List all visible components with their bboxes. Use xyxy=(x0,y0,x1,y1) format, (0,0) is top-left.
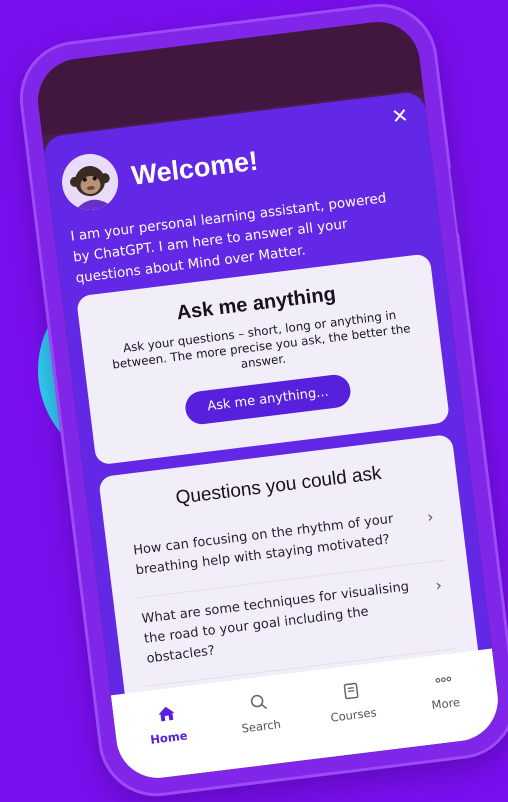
tab-home-label: Home xyxy=(149,728,189,747)
monkey-avatar-icon xyxy=(58,150,122,214)
chevron-right-icon: › xyxy=(434,575,443,595)
more-icon xyxy=(402,664,484,696)
courses-icon xyxy=(310,675,392,707)
tab-search-label: Search xyxy=(240,716,282,736)
close-button[interactable]: ✕ xyxy=(390,103,410,129)
welcome-title: Welcome! xyxy=(129,145,260,191)
tab-courses-label: Courses xyxy=(329,705,378,725)
suggested-question-text: How can focusing on the rhythm of your b… xyxy=(132,511,395,579)
home-icon xyxy=(125,698,207,730)
tab-more[interactable]: More xyxy=(402,664,490,747)
search-icon xyxy=(217,687,299,719)
suggested-question-text: What are some techniques for visualising… xyxy=(140,579,410,667)
tab-more-label: More xyxy=(430,694,461,713)
assistant-sheet: ✕ Welcome! I am your personal learning a… xyxy=(42,90,493,700)
ask-me-anything-button[interactable]: Ask me anything... xyxy=(183,373,353,426)
tab-search[interactable]: Search xyxy=(217,687,305,770)
ask-card: Ask me anything Ask your questions – sho… xyxy=(75,253,451,466)
phone-mockup: ✕ Welcome! I am your personal learning a… xyxy=(13,0,508,802)
chevron-right-icon: › xyxy=(425,506,435,527)
tab-home[interactable]: Home xyxy=(125,698,213,781)
tab-courses[interactable]: Courses xyxy=(310,675,398,758)
